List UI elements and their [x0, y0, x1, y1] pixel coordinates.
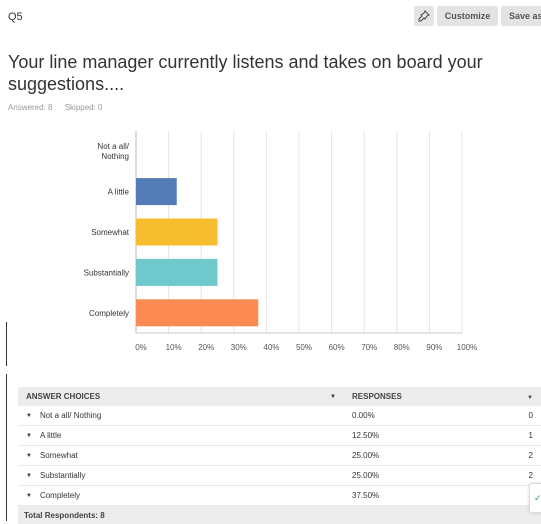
response-meta: Answered: 8 Skipped: 0 — [8, 103, 113, 112]
row-percent: 25.00% — [346, 471, 520, 480]
expand-caret-icon[interactable]: ▼ — [26, 413, 32, 419]
row-percent-value: 0.00% — [352, 411, 375, 420]
row-percent: 0.00% — [346, 411, 520, 420]
expand-caret-icon[interactable]: ▼ — [26, 473, 32, 479]
table-row[interactable]: ▼ Somewhat 25.00% 2 — [18, 446, 541, 466]
x-tick-label: 70% — [361, 343, 377, 352]
table-header: ANSWER CHOICES ▼ RESPONSES ▼ — [18, 387, 541, 406]
question-number: Q5 — [8, 11, 23, 23]
x-tick-label: 10% — [166, 343, 182, 352]
bar — [136, 258, 218, 286]
table-row[interactable]: ▼Completely37.50%3 — [18, 486, 541, 506]
x-tick-label: 50% — [296, 343, 312, 352]
responses-table: ANSWER CHOICES ▼ RESPONSES ▼ ▼ Not a all/… — [18, 387, 541, 524]
row-percent-value: 25.00% — [352, 451, 380, 460]
x-tick-label: 40% — [263, 343, 279, 352]
table-row[interactable]: ▼ Not a all/ Nothing 0.00% 0 — [18, 406, 541, 426]
category-label: A little — [108, 188, 130, 197]
skipped-count: Skipped: 0 — [64, 103, 103, 112]
row-percent-value: 12.50% — [352, 431, 380, 440]
row-choice: ▼ Somewhat — [18, 451, 346, 460]
responses-header[interactable]: RESPONSES — [346, 392, 520, 401]
row-percent-value: 25.00% — [352, 471, 380, 480]
sort-caret-icon[interactable]: ▼ — [527, 395, 533, 401]
answered-count: Answered: 8 — [8, 103, 53, 112]
row-percent: 37.50% — [346, 491, 520, 500]
table-row[interactable]: ▼ Substantially 25.00% 2 — [18, 466, 541, 486]
chart-svg: 0% 10% 20% 30% 40% 50% 60% 70% 80% 90% 100% Not a a… — [84, 131, 477, 352]
responses-label: RESPONSES — [352, 392, 402, 401]
check-icon[interactable]: ✓ — [529, 483, 541, 513]
category-label: Not a all/Nothing — [97, 142, 129, 161]
customize-button[interactable]: Customize — [437, 6, 498, 26]
bar — [136, 218, 218, 246]
row-choice: ▼ Not a all/ Nothing — [18, 411, 346, 420]
question-toolbar: Q5 Customize Save as — [0, 0, 541, 32]
row-choice: ▼ Substantially — [18, 471, 346, 480]
total-respondents: Total Respondents: 8 — [18, 506, 541, 524]
row-percent: 25.00% — [346, 451, 520, 460]
row-label: Completely — [39, 491, 80, 500]
x-tick-label: 80% — [394, 343, 410, 352]
bar — [136, 299, 259, 327]
bar — [136, 178, 177, 206]
table-row[interactable]: ▼ A little 12.50% 1 — [18, 426, 541, 446]
row-count: 0 — [528, 411, 533, 420]
expand-caret-icon[interactable]: ▼ — [26, 493, 32, 499]
row-percent: 12.50% — [346, 431, 520, 440]
x-tick-label: 60% — [329, 343, 345, 352]
row-label: Somewhat — [39, 451, 78, 460]
expand-caret-icon[interactable]: ▼ — [26, 453, 32, 459]
bar-chart: 0% 10% 20% 30% 40% 50% 60% 70% 80% 90% 100% Not a a… — [0, 126, 480, 366]
row-count: 2 — [528, 471, 533, 480]
x-tick-label: 100% — [457, 343, 477, 352]
x-tick-label: 30% — [231, 343, 247, 352]
row-label: A little — [39, 431, 62, 440]
answer-choices-label: ANSWER CHOICES — [26, 392, 101, 401]
left-divider-lower — [6, 374, 7, 521]
row-count: 2 — [528, 451, 533, 460]
responses-sort[interactable]: ▼ — [520, 392, 541, 401]
row-label: Substantially — [39, 471, 86, 480]
category-label: Substantially — [84, 268, 129, 277]
question-title: Your line manager currently listens and … — [8, 52, 483, 94]
row-choice: ▼ Completely — [18, 491, 346, 500]
expand-caret-icon[interactable]: ▼ — [26, 433, 32, 439]
save-as-button[interactable]: Save as — [501, 6, 541, 26]
x-tick-label: 0% — [135, 343, 147, 352]
pin-icon — [418, 10, 430, 22]
category-label: Completely — [89, 309, 129, 318]
row-count: 1 — [528, 431, 533, 440]
x-tick-label: 20% — [198, 343, 214, 352]
x-tick-label: 90% — [426, 343, 442, 352]
row-choice: ▼ A little — [18, 431, 346, 440]
sort-caret-icon[interactable]: ▼ — [330, 394, 336, 400]
row-percent-value: 37.50% — [352, 491, 380, 500]
answer-choices-header[interactable]: ANSWER CHOICES ▼ — [18, 392, 346, 401]
row-label: Not a all/ Nothing — [39, 411, 102, 420]
pin-button[interactable] — [414, 6, 434, 26]
category-label: Somewhat — [91, 228, 130, 237]
